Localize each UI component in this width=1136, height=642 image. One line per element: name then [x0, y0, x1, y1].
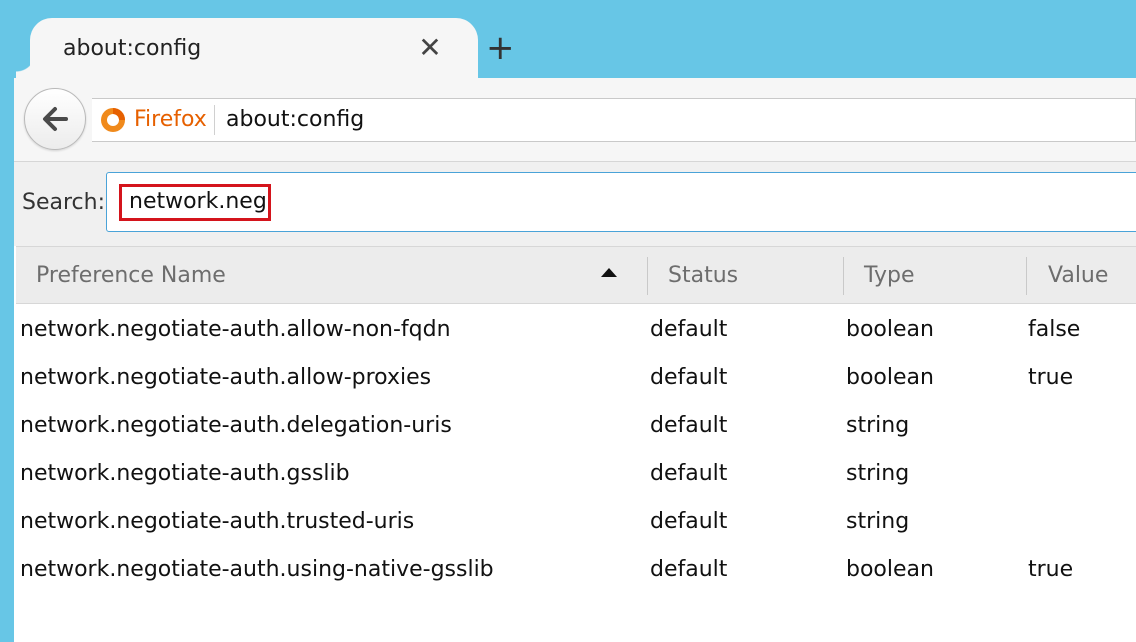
close-tab-icon[interactable]: ✕ [418, 34, 442, 62]
column-header-value[interactable]: Value [1048, 263, 1108, 288]
table-header: Preference Name Status Type Value [16, 246, 1136, 304]
tab-title: about:config [63, 36, 202, 61]
table-row[interactable]: network.negotiate-auth.delegation-uris d… [14, 400, 1136, 448]
table-row[interactable]: network.negotiate-auth.using-native-gssl… [14, 544, 1136, 592]
search-bar: Search: network.neg [14, 162, 1136, 246]
pref-type: string [846, 509, 910, 534]
pref-value: false [1028, 317, 1081, 342]
search-input[interactable]: network.neg [106, 172, 1136, 232]
pref-status: default [650, 461, 728, 486]
pref-status: default [650, 557, 728, 582]
identity-label[interactable]: Firefox [134, 107, 207, 132]
pref-name: network.negotiate-auth.trusted-uris [20, 509, 415, 534]
preferences-list: network.negotiate-auth.allow-non-fqdn de… [14, 304, 1136, 592]
table-row[interactable]: network.negotiate-auth.allow-non-fqdn de… [14, 304, 1136, 352]
tab-about-config[interactable]: about:config ✕ [16, 18, 478, 80]
pref-type: string [846, 461, 910, 486]
pref-status: default [650, 365, 728, 390]
back-arrow-icon [43, 107, 68, 131]
search-label: Search: [22, 190, 105, 215]
navigation-toolbar: Firefox about:config [14, 78, 1136, 162]
window-edge [0, 0, 14, 642]
search-value: network.neg [129, 189, 267, 214]
pref-value: true [1028, 557, 1074, 582]
back-button[interactable] [24, 88, 86, 150]
column-header-preference-name[interactable]: Preference Name [36, 263, 226, 288]
column-separator[interactable] [1026, 257, 1027, 295]
browser-window: about:config ✕ + Firefox about:config Se… [0, 0, 1136, 642]
pref-name: network.negotiate-auth.allow-proxies [20, 365, 432, 390]
pref-name: network.negotiate-auth.delegation-uris [20, 413, 452, 438]
column-separator[interactable] [647, 257, 648, 295]
config-page: Search: network.neg Preference Name Stat… [14, 162, 1136, 642]
table-row[interactable]: network.negotiate-auth.trusted-uris defa… [14, 496, 1136, 544]
pref-status: default [650, 509, 728, 534]
new-tab-button[interactable]: + [486, 31, 515, 65]
pref-status: default [650, 413, 728, 438]
sort-ascending-icon [601, 268, 617, 277]
url-separator [214, 105, 215, 135]
column-separator[interactable] [843, 257, 844, 295]
pref-type: boolean [846, 317, 934, 342]
pref-name: network.negotiate-auth.allow-non-fqdn [20, 317, 451, 342]
column-header-type[interactable]: Type [864, 263, 915, 288]
url-text[interactable]: about:config [226, 107, 364, 132]
pref-value: true [1028, 365, 1074, 390]
pref-type: boolean [846, 365, 934, 390]
pref-status: default [650, 317, 728, 342]
table-row[interactable]: network.negotiate-auth.allow-proxies def… [14, 352, 1136, 400]
pref-name: network.negotiate-auth.gsslib [20, 461, 350, 486]
pref-name: network.negotiate-auth.using-native-gssl… [20, 557, 494, 582]
pref-type: string [846, 413, 910, 438]
column-header-status[interactable]: Status [668, 263, 738, 288]
firefox-icon [101, 108, 125, 132]
url-bar[interactable]: Firefox about:config [92, 98, 1136, 142]
pref-type: boolean [846, 557, 934, 582]
table-row[interactable]: network.negotiate-auth.gsslib default st… [14, 448, 1136, 496]
